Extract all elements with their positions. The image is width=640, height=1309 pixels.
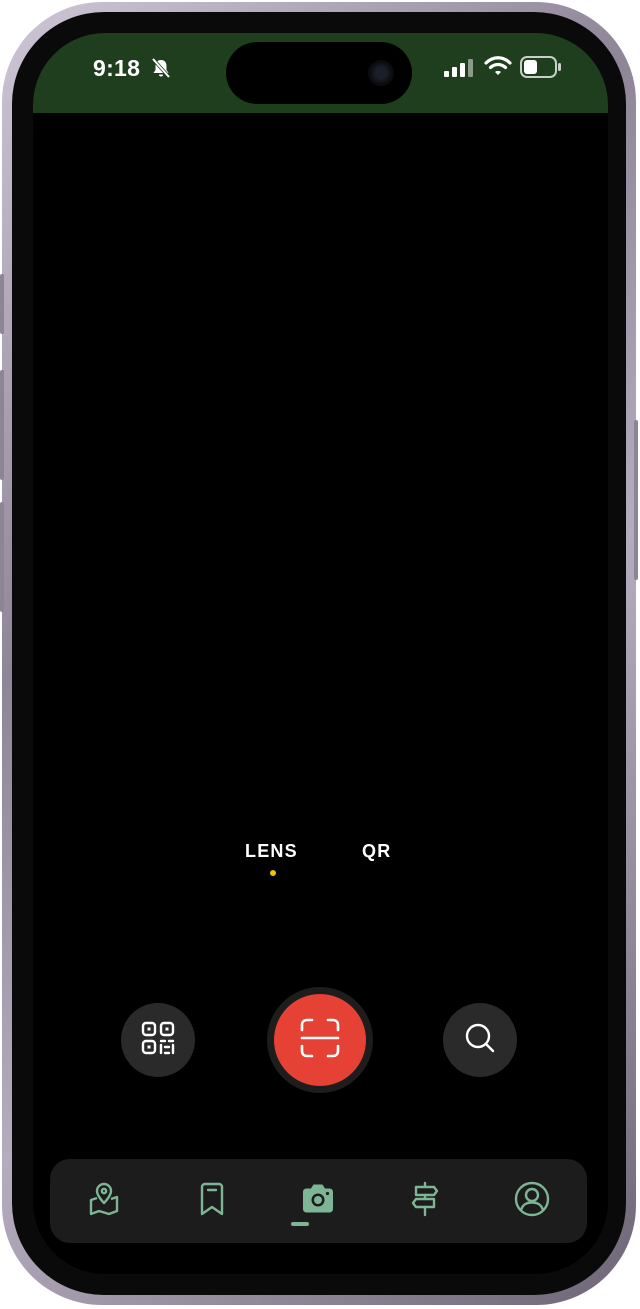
signpost-icon xyxy=(407,1181,443,1222)
tab-map[interactable] xyxy=(64,1159,144,1243)
active-tab-indicator xyxy=(291,1222,309,1226)
shutter-inner xyxy=(274,994,366,1086)
tab-directions[interactable] xyxy=(385,1159,465,1243)
front-camera xyxy=(368,60,394,86)
qr-code-button[interactable] xyxy=(121,1003,195,1077)
action-button xyxy=(0,274,4,334)
mode-lens[interactable]: LENS xyxy=(245,841,298,862)
status-bar: 9:18 xyxy=(33,33,608,113)
qr-code-icon xyxy=(141,1021,175,1060)
battery-icon xyxy=(520,56,562,83)
signal-icon xyxy=(444,59,474,82)
bookmark-icon xyxy=(194,1181,230,1222)
status-time: 9:18 xyxy=(93,55,141,81)
bell-slash-icon xyxy=(150,57,172,84)
dynamic-island xyxy=(226,42,412,104)
camera-icon xyxy=(299,1181,337,1222)
active-mode-indicator xyxy=(270,870,276,876)
tab-profile[interactable] xyxy=(492,1159,572,1243)
search-button[interactable] xyxy=(443,1003,517,1077)
volume-down-button xyxy=(0,502,4,612)
volume-up-button xyxy=(0,370,4,480)
screen: 9:18 LENS QR xyxy=(33,33,608,1274)
mode-qr[interactable]: QR xyxy=(362,841,391,862)
profile-icon xyxy=(513,1180,551,1223)
wifi-icon xyxy=(484,55,512,82)
tab-bar xyxy=(50,1159,587,1243)
tab-bookmarks[interactable] xyxy=(172,1159,252,1243)
camera-mode-switcher: LENS QR xyxy=(33,841,608,881)
map-pin-icon xyxy=(86,1181,122,1222)
scan-frame-icon xyxy=(299,1017,341,1064)
tab-camera[interactable] xyxy=(278,1159,358,1243)
shutter-button[interactable] xyxy=(267,987,373,1093)
power-button xyxy=(634,420,638,580)
search-icon xyxy=(463,1021,497,1060)
